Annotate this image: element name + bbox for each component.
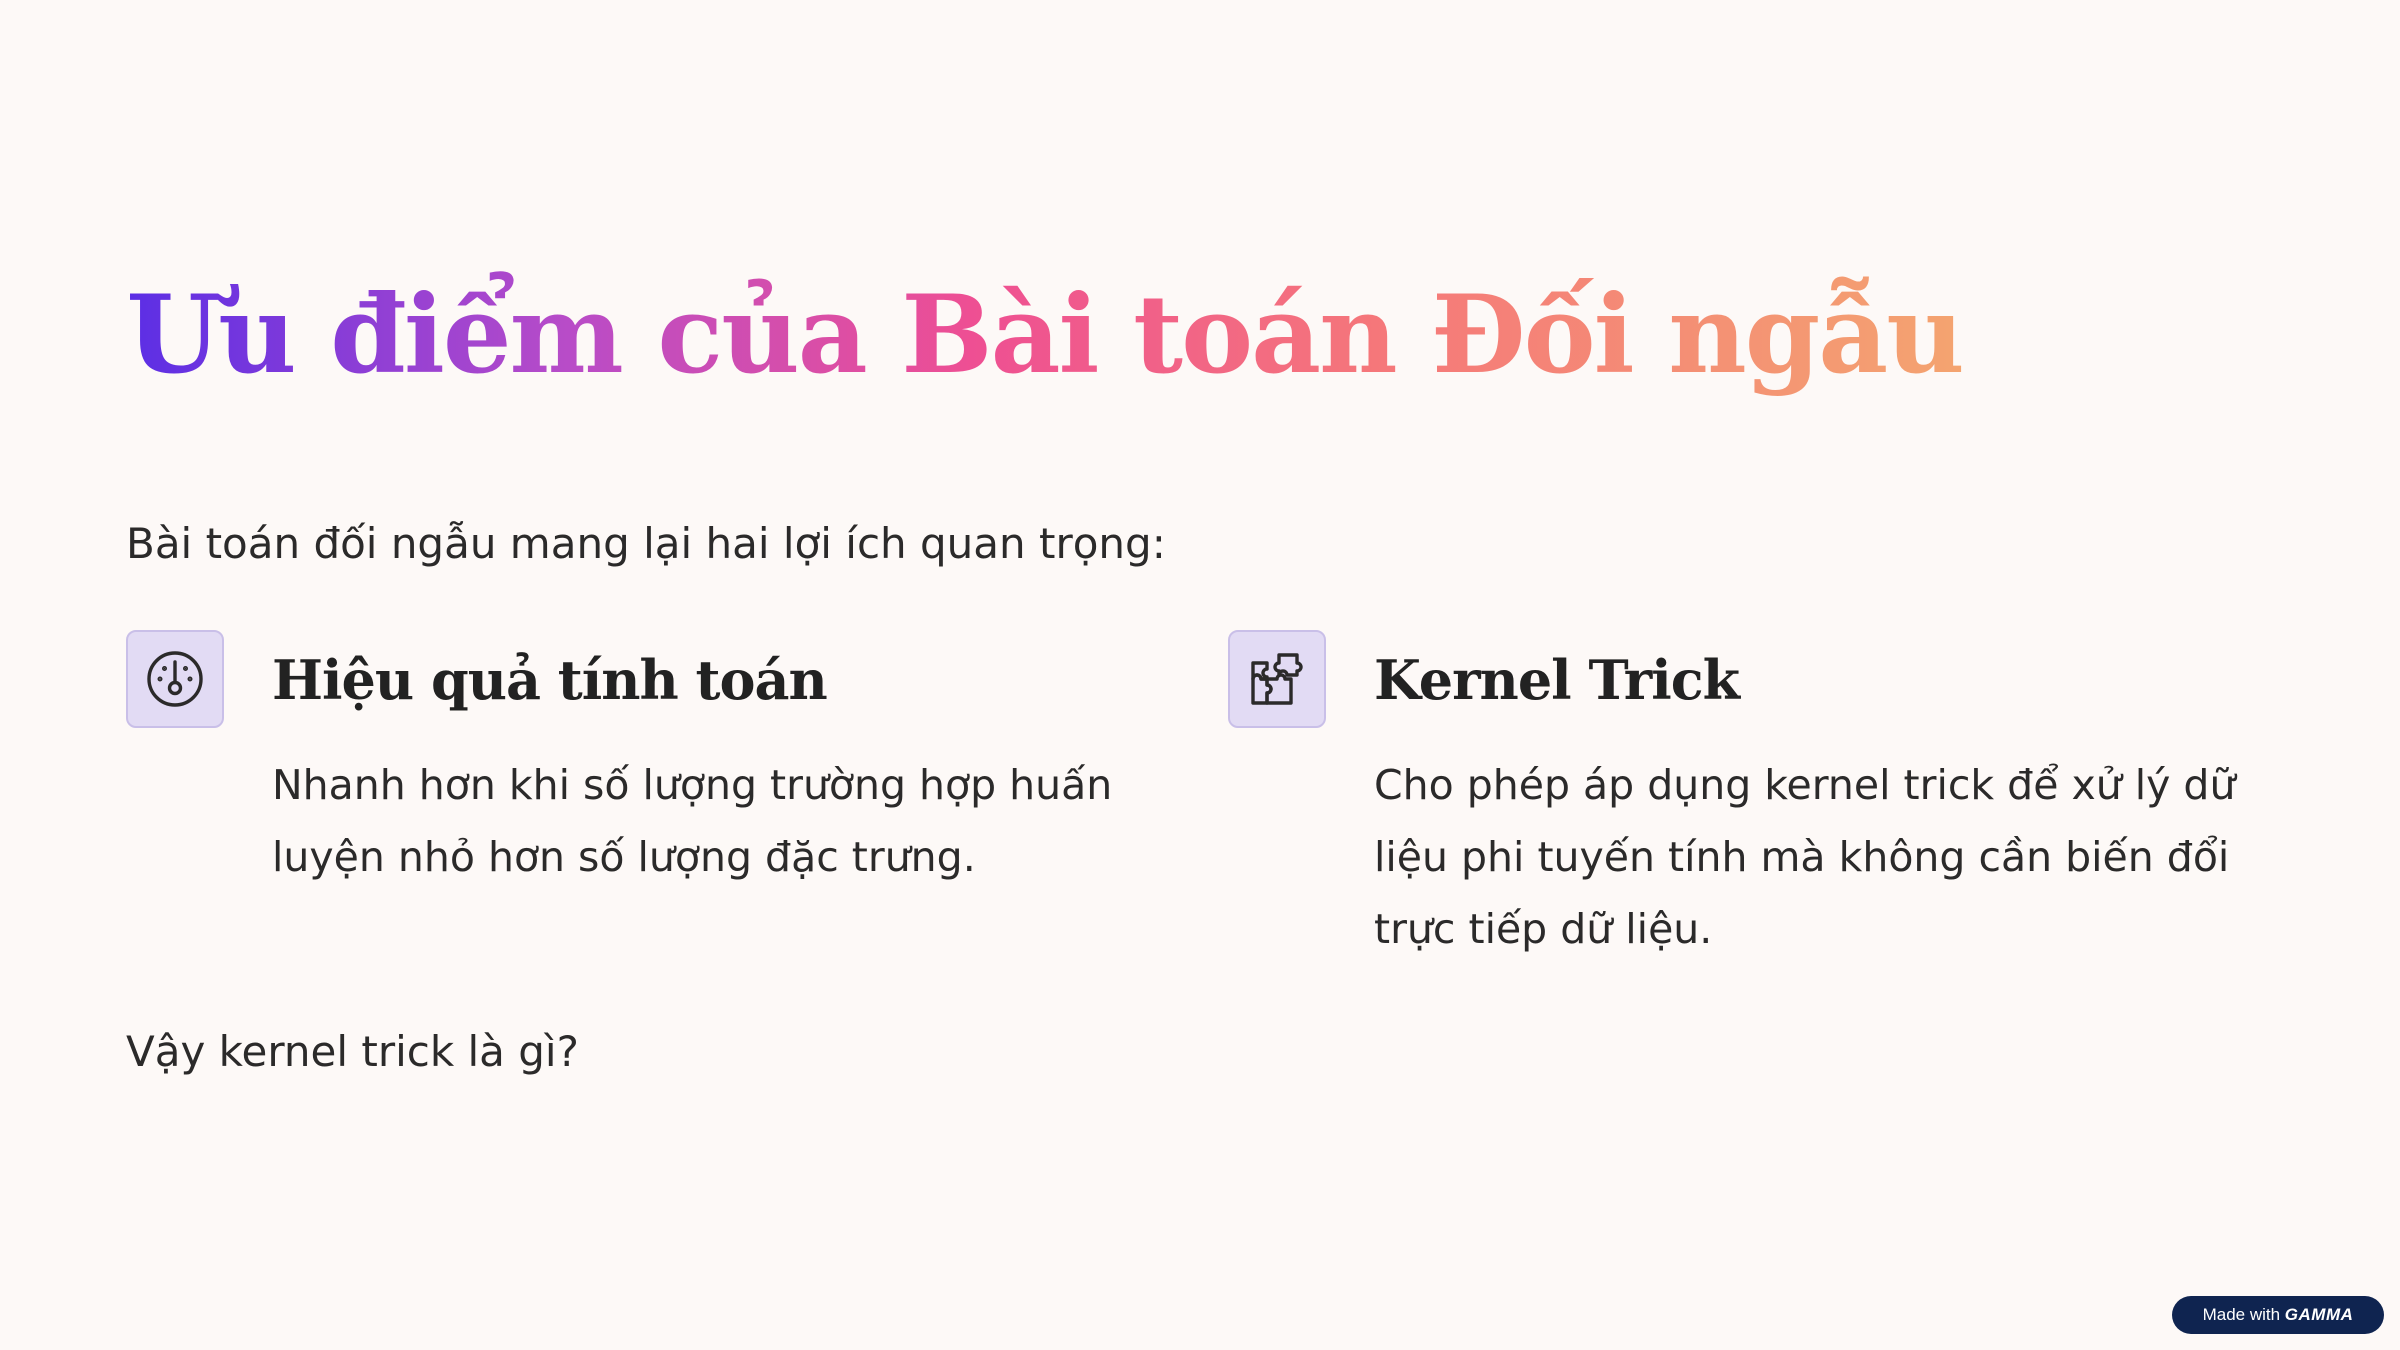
puzzle-icon (1228, 630, 1326, 728)
slide-title: Ưu điểm của Bài toán Đối ngẫu (126, 250, 1965, 420)
gauge-icon (126, 630, 224, 728)
card-title: Hiệu quả tính toán (272, 648, 828, 712)
outro-question: Vậy kernel trick là gì? (126, 1027, 579, 1076)
made-with-gamma-badge[interactable]: Made with GAMMA (2172, 1296, 2384, 1334)
gamma-logo: GAMMA (2284, 1305, 2354, 1324)
slide: Ưu điểm của Bài toán Đối ngẫu Bài toán đ… (0, 0, 2400, 1350)
badge-prefix: Made with (2202, 1305, 2281, 1324)
intro-text: Bài toán đối ngẫu mang lại hai lợi ích q… (126, 519, 1166, 568)
card-text: Nhanh hơn khi số lượng trường hợp huấn l… (272, 761, 1113, 881)
card-title: Kernel Trick (1374, 648, 1740, 712)
card-text: Cho phép áp dụng kernel trick để xử lý d… (1374, 761, 2236, 953)
